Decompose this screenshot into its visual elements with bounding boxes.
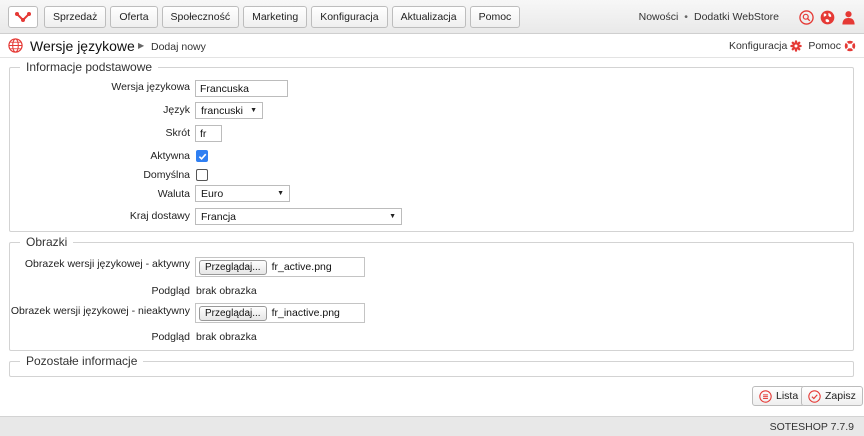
currency-selected: Euro [201,187,224,200]
chevron-down-icon: ▼ [277,189,284,197]
top-right-links: Nowości • Dodatki WebStore [639,6,856,28]
inactive-image-browse-button[interactable]: Przeglądaj... [199,305,267,321]
short-label: Skrót [165,127,190,139]
other-info-fieldset: Pozostałe informacje [9,354,854,377]
page-header: Wersje językowe ▶ Dodaj nowy Konfiguracj… [0,34,864,58]
top-navigation-bar: Sprzedaż Oferta Społeczność Marketing Ko… [0,0,864,34]
config-link[interactable]: Konfiguracja [729,40,802,52]
breadcrumb-current: Dodaj nowy [151,41,206,53]
main-menu: Sprzedaż Oferta Społeczność Marketing Ko… [44,6,521,28]
currency-label: Waluta [157,188,190,200]
save-button[interactable]: Zapisz [801,386,863,406]
app-version: SOTESHOP 7.7.9 [769,421,854,433]
active-image-label: Obrazek wersji językowej - aktywny [24,258,190,270]
separator-dot: • [684,11,688,23]
search-icon[interactable] [799,9,814,25]
images-fieldset: Obrazki Obrazek wersji językowej - aktyw… [9,235,854,351]
default-checkbox[interactable] [196,169,208,181]
addons-webstore-link[interactable]: Dodatki WebStore [694,11,779,23]
default-label: Domyślna [143,169,190,181]
inactive-preview-label: Podgląd [151,331,190,343]
help-link-label: Pomoc [808,40,841,52]
chevron-down-icon: ▼ [389,212,396,220]
home-logo-button[interactable] [8,6,38,28]
images-legend: Obrazki [20,235,74,249]
short-input[interactable]: fr [195,125,222,142]
inactive-preview-value: brak obrazka [196,331,257,343]
inactive-image-file-input[interactable]: Przeglądaj... fr_inactive.png [195,303,365,323]
header-links: Konfiguracja Pomoc [729,40,856,52]
basic-info-legend: Informacje podstawowe [20,60,159,74]
language-globe-icon [8,38,23,53]
page-title: Wersje językowe [30,38,135,54]
version-label: Wersja językowa [111,81,190,93]
currency-select[interactable]: Euro ▼ [195,185,290,202]
active-preview-value: brak obrazka [196,285,257,297]
list-button[interactable]: Lista [752,386,806,406]
menu-oferta[interactable]: Oferta [110,6,158,28]
globe-icon[interactable] [820,10,835,25]
country-selected: Francja [201,210,237,223]
language-selected: francuski [201,104,244,117]
user-icon[interactable] [841,10,856,25]
menu-pomoc[interactable]: Pomoc [469,6,521,28]
soteshop-logo-icon [15,12,31,22]
chevron-down-icon: ▼ [250,106,257,114]
active-checkbox[interactable] [196,150,208,162]
menu-konfiguracja[interactable]: Konfiguracja [311,6,388,28]
config-link-label: Konfiguracja [728,40,788,52]
active-image-file-name: fr_active.png [271,261,332,273]
menu-marketing[interactable]: Marketing [243,6,308,28]
language-label: Język [163,104,190,116]
other-info-legend: Pozostałe informacje [20,354,144,368]
checkmark-icon [198,153,206,160]
active-image-file-input[interactable]: Przeglądaj... fr_active.png [195,257,365,277]
list-icon [759,389,772,403]
save-button-label: Zapisz [825,390,856,402]
gear-icon [790,40,802,52]
menu-spolecznosc[interactable]: Społeczność [161,6,240,28]
language-select[interactable]: francuski ▼ [195,102,263,119]
list-button-label: Lista [776,390,799,402]
country-label: Kraj dostawy [129,210,190,222]
active-label: Aktywna [150,150,190,162]
news-link[interactable]: Nowości [639,11,679,23]
inactive-image-label: Obrazek wersji językowej - nieaktywny [10,305,190,317]
breadcrumb-separator: ▶ [138,41,145,50]
footer-bar: SOTESHOP 7.7.9 [0,416,864,436]
lifebuoy-icon [844,40,856,52]
version-input[interactable]: Francuska [195,80,288,97]
active-preview-label: Podgląd [151,285,190,297]
basic-info-fieldset: Informacje podstawowe Wersja językowa Fr… [9,60,854,232]
country-select[interactable]: Francja ▼ [195,208,402,225]
help-link[interactable]: Pomoc [808,40,856,52]
check-circle-icon [808,389,821,403]
menu-aktualizacja[interactable]: Aktualizacja [391,6,466,28]
active-image-browse-button[interactable]: Przeglądaj... [199,259,267,275]
menu-sprzedaz[interactable]: Sprzedaż [44,6,107,28]
inactive-image-file-name: fr_inactive.png [271,307,340,319]
